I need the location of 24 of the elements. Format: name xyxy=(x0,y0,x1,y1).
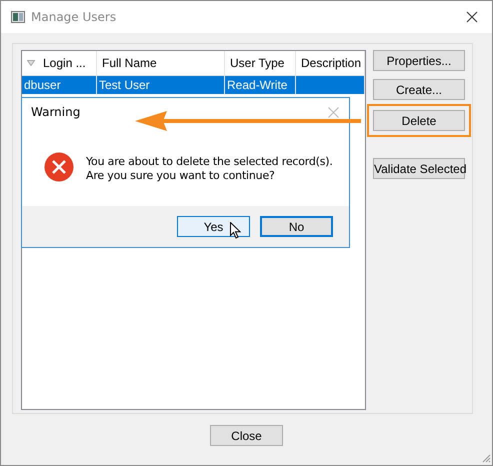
window-title: Manage Users xyxy=(31,10,118,24)
table-cell: Read-Write xyxy=(227,78,288,92)
column-header[interactable]: User Type xyxy=(225,51,296,75)
app-icon xyxy=(11,11,25,23)
column-header[interactable]: Description xyxy=(296,51,365,75)
table-row[interactable]: dbuser Test User Read-Write xyxy=(22,76,365,94)
resize-grip-icon xyxy=(481,453,491,463)
dialog-title: Warning xyxy=(31,105,80,119)
table-cell: Test User xyxy=(99,78,150,92)
action-button[interactable]: Properties... xyxy=(373,50,465,71)
close-button[interactable]: Close xyxy=(210,425,283,446)
cursor-icon xyxy=(230,222,241,239)
column-header[interactable]: Full Name xyxy=(97,51,225,75)
table-cell: dbuser xyxy=(24,78,61,92)
dialog-button[interactable]: No xyxy=(260,216,333,237)
action-button[interactable]: Delete xyxy=(373,110,465,131)
dialog-button[interactable]: Yes xyxy=(177,216,250,237)
action-button[interactable]: Create... xyxy=(373,79,465,100)
dialog-message: You are about to delete the selected record(s). Are you sure you want to continue? xyxy=(86,155,333,183)
sort-icon xyxy=(27,60,35,66)
column-header[interactable]: Login ... xyxy=(22,51,97,75)
error-icon xyxy=(44,152,74,182)
action-button[interactable]: Validate Selected xyxy=(373,158,465,179)
close-icon[interactable] xyxy=(466,11,478,23)
